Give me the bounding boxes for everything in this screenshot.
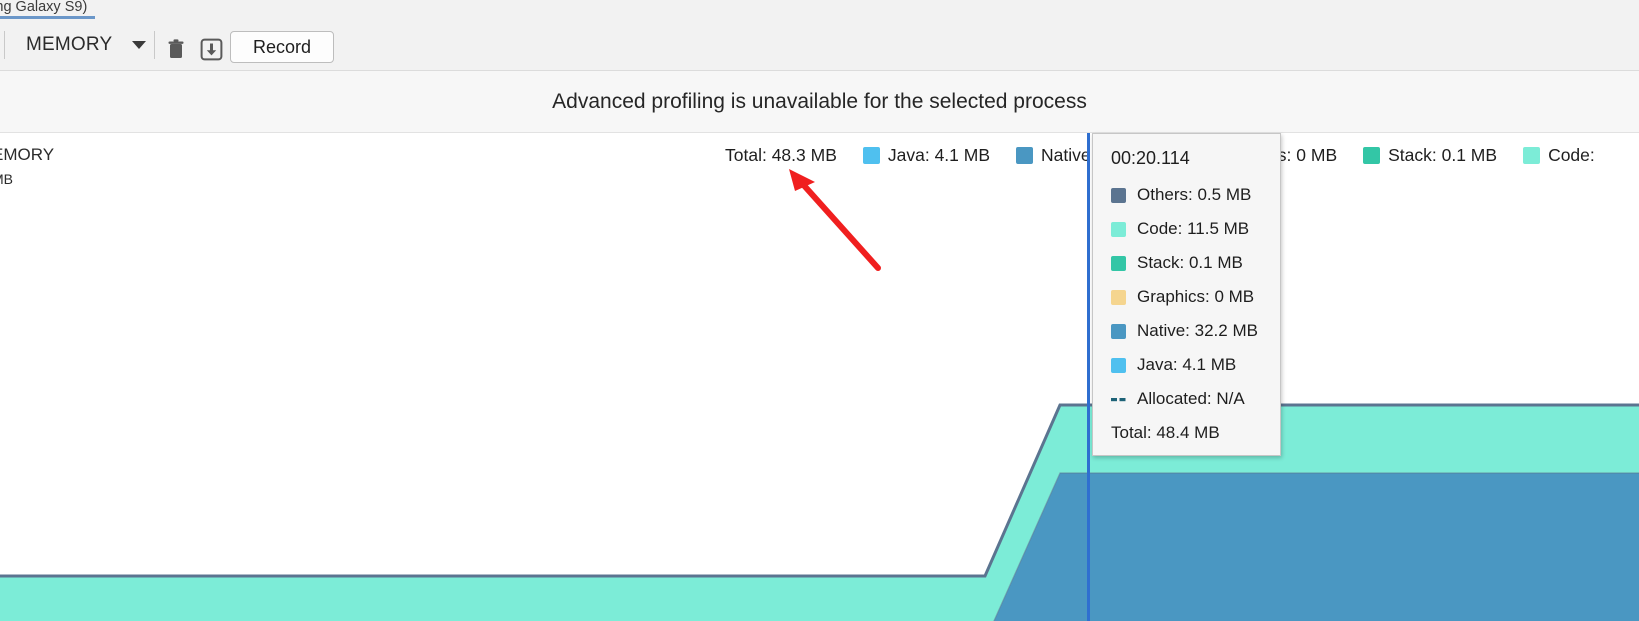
trash-icon[interactable] <box>163 36 189 62</box>
tooltip-row: Native: 32.2 MB <box>1111 321 1266 341</box>
toolbar-divider-left <box>4 31 5 59</box>
tooltip-row-label: Native: 32.2 MB <box>1137 321 1258 340</box>
tooltip-timestamp: 00:20.114 <box>1111 148 1190 168</box>
tooltip-swatch <box>1111 357 1126 373</box>
chevron-down-icon <box>132 41 147 49</box>
tooltip-swatch <box>1111 187 1126 203</box>
memory-chart[interactable]: EMORY MB Total: 48.3 MBJava: 4.1 MBNativ… <box>0 133 1639 621</box>
tooltip-row: Allocated: N/A <box>1111 389 1266 409</box>
tooltip-row-label: Graphics: 0 MB <box>1137 287 1255 306</box>
banner-message: Advanced profiling is unavailable for th… <box>552 89 1087 113</box>
tab-device-session[interactable]: msung Galaxy S9) <box>0 0 96 19</box>
profiler-mode-label: MEMORY <box>26 34 113 55</box>
tooltip-rows: Others: 0.5 MB Code: 11.5 MB Stack: 0.1 MB… <box>1111 185 1266 409</box>
advanced-profiling-banner: Advanced profiling is unavailable for th… <box>0 71 1639 133</box>
tooltip-swatch <box>1111 323 1126 339</box>
dashed-line-icon <box>1111 392 1126 407</box>
chart-cursor-line[interactable] <box>1087 133 1090 621</box>
tooltip-row-label: Java: 4.1 MB <box>1137 355 1237 374</box>
tooltip-row-label: Allocated: N/A <box>1137 389 1245 408</box>
tooltip-swatch <box>1111 255 1126 271</box>
record-button[interactable]: Record <box>230 31 335 63</box>
record-button-label: Record <box>253 36 312 57</box>
tooltip-row-label: Stack: 0.1 MB <box>1137 253 1243 272</box>
tab-label: msung Galaxy S9) <box>0 0 88 15</box>
tooltip-total: Total: 48.4 MB <box>1111 423 1220 442</box>
tooltip-swatch <box>1111 289 1126 305</box>
memory-profiler-window: msung Galaxy S9) MEMORY Record <box>0 0 1639 621</box>
tooltip-row: Graphics: 0 MB <box>1111 287 1266 307</box>
profiler-mode-dropdown[interactable]: MEMORY <box>18 29 154 61</box>
tab-strip: msung Galaxy S9) <box>0 0 1639 19</box>
stacked-area-plot <box>0 403 1639 621</box>
tooltip-row: Stack: 0.1 MB <box>1111 253 1266 273</box>
toolbar-divider-mid <box>154 31 155 59</box>
tooltip-row: Java: 4.1 MB <box>1111 355 1266 375</box>
tooltip-row-label: Code: 11.5 MB <box>1137 219 1250 238</box>
save-download-icon[interactable] <box>198 36 224 62</box>
profiler-toolbar: MEMORY Record <box>0 19 1639 71</box>
tooltip-row: Code: 11.5 MB <box>1111 219 1266 239</box>
tooltip-row: Others: 0.5 MB <box>1111 185 1266 205</box>
tooltip-swatch <box>1111 221 1126 237</box>
memory-tooltip: 00:20.114 Others: 0.5 MB Code: 11.5 MB Sta… <box>1092 133 1281 456</box>
tooltip-row-label: Others: 0.5 MB <box>1137 185 1252 204</box>
